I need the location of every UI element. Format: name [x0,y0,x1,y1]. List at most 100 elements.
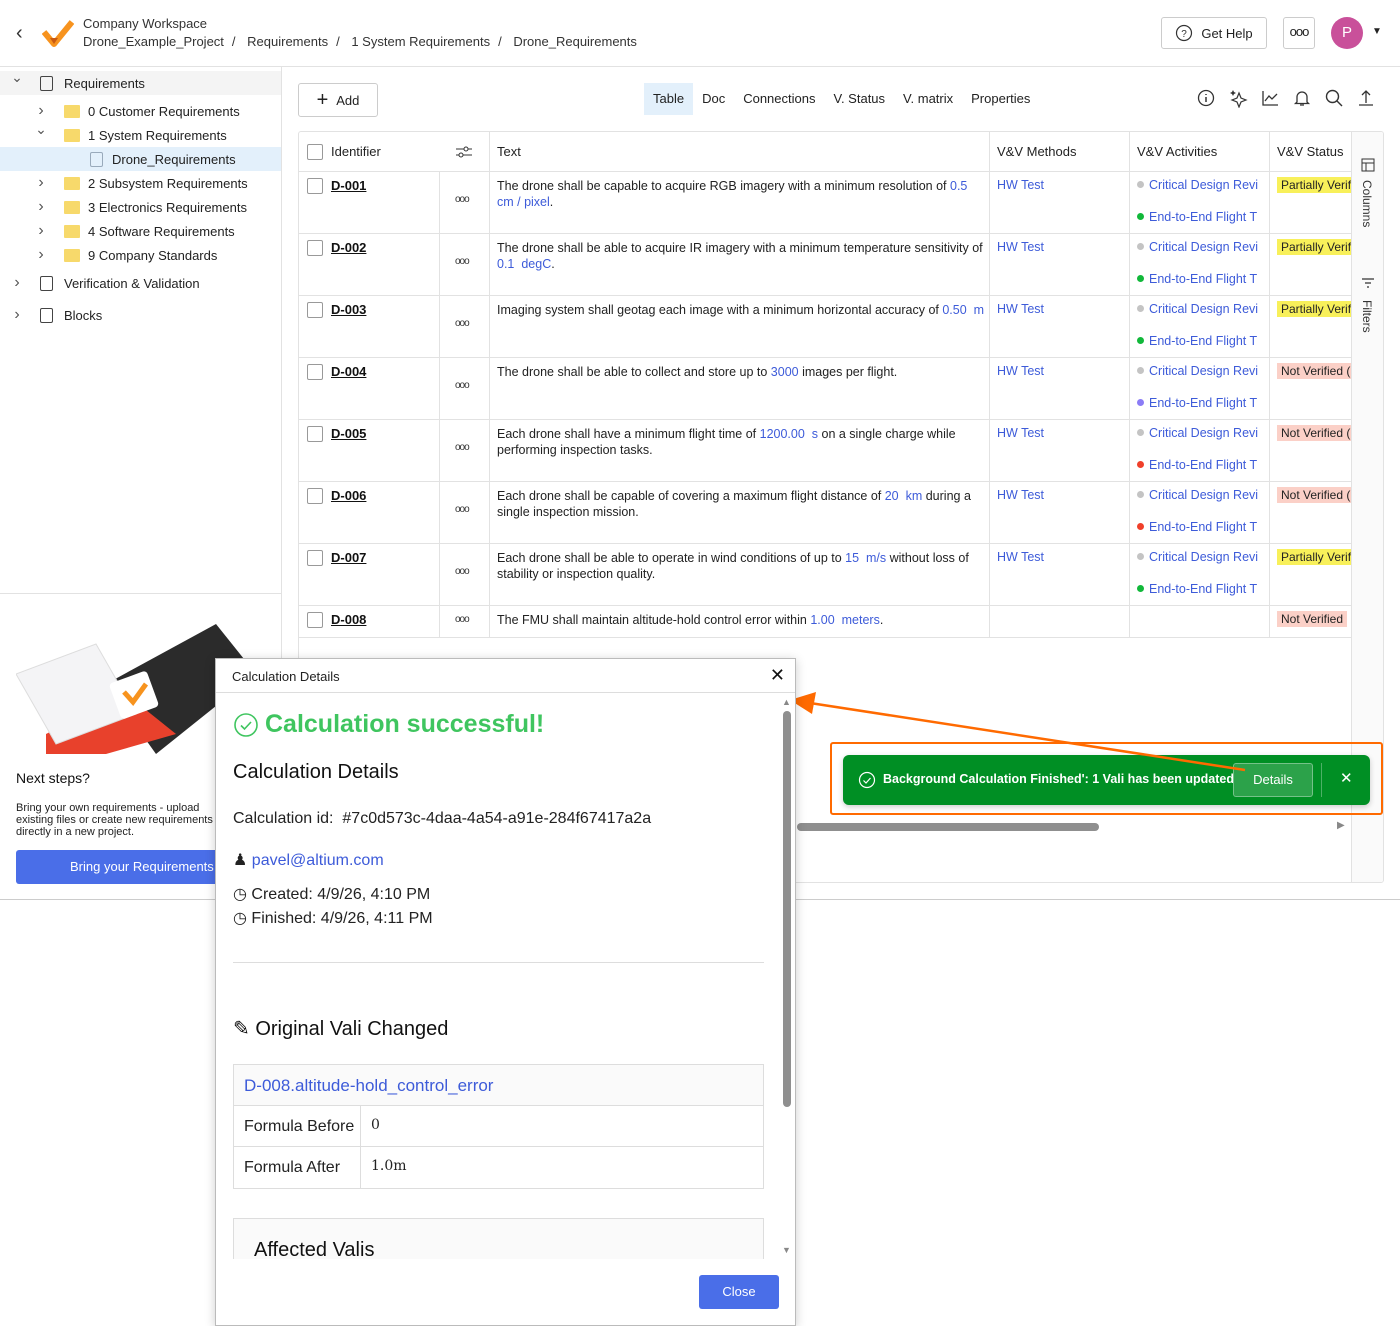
table-row[interactable]: D-005 ooo Each drone shall have a minimum … [299,420,1351,482]
row-menu-button[interactable]: ooo [455,318,470,329]
vv-method-link[interactable]: HW Test [997,488,1044,502]
requirement-id-link[interactable]: D-003 [331,302,366,317]
col-vv-activities[interactable]: V&V Activities [1137,132,1217,172]
vv-method-link[interactable]: HW Test [997,302,1044,316]
vv-activity-link[interactable]: End-to-End Flight T [1137,520,1267,534]
sparkle-icon[interactable] [1228,88,1248,108]
row-checkbox[interactable] [307,426,323,442]
row-menu-button[interactable]: ooo [455,442,470,453]
vali-value[interactable]: 0.50 [942,303,966,317]
vv-activity-link[interactable]: End-to-End Flight T [1137,210,1267,224]
vali-name-link[interactable]: D-008.altitude-hold_control_error [234,1065,763,1106]
table-row[interactable]: D-008 ooo The FMU shall maintain altitude-… [299,606,1351,638]
row-checkbox[interactable] [307,612,323,628]
bell-icon[interactable] [1292,88,1312,108]
table-row[interactable]: D-006 ooo Each drone shall be capable of c… [299,482,1351,544]
chevron-right-icon[interactable]: › [34,198,48,216]
vv-activity-link[interactable]: End-to-End Flight T [1137,334,1267,348]
breadcrumb-system[interactable]: 1 System Requirements [351,34,490,49]
row-checkbox[interactable] [307,550,323,566]
vv-method-link[interactable]: HW Test [997,178,1044,192]
vv-method-link[interactable]: HW Test [997,240,1044,254]
sidebar-item[interactable]: › 4 Software Requirements [0,219,281,243]
info-icon[interactable] [1196,88,1216,108]
row-menu-button[interactable]: ooo [455,504,470,515]
scroll-up-icon[interactable]: ▲ [782,697,791,707]
requirement-id-link[interactable]: D-001 [331,178,366,193]
vali-value[interactable]: 3000 [771,365,799,379]
vali-value[interactable]: 15 [845,551,859,565]
scroll-right-icon[interactable]: ▶ [1337,820,1345,831]
vv-activity-link[interactable]: End-to-End Flight T [1137,582,1267,596]
add-button[interactable]: + Add [298,83,378,117]
row-menu-button[interactable]: ooo [455,614,470,625]
search-icon[interactable] [1324,88,1344,108]
close-icon[interactable]: ✕ [770,665,785,686]
chevron-down-icon[interactable]: ⌄ [34,121,48,138]
more-button[interactable]: ooo [1283,17,1315,49]
details-button[interactable]: Details [1233,763,1313,797]
vv-method-link[interactable]: HW Test [997,426,1044,440]
back-icon[interactable]: ‹ [16,22,23,45]
requirement-id-link[interactable]: D-007 [331,550,366,565]
sidebar-item[interactable]: › 2 Subsystem Requirements [0,171,281,195]
col-vv-status[interactable]: V&V Status [1277,132,1343,172]
vv-activity-link[interactable]: Critical Design Revi [1137,240,1267,254]
row-menu-button[interactable]: ooo [455,194,470,205]
requirement-id-link[interactable]: D-002 [331,240,366,255]
chevron-right-icon[interactable]: › [34,102,48,120]
vv-activity-link[interactable]: End-to-End Flight T [1137,458,1267,472]
vv-method-link[interactable]: HW Test [997,550,1044,564]
vv-activity-link[interactable]: Critical Design Revi [1137,302,1267,316]
table-row[interactable]: D-001 ooo The drone shall be capable to ac… [299,172,1351,234]
caret-down-icon[interactable]: ▼ [1372,26,1382,37]
chevron-right-icon[interactable]: › [34,174,48,192]
bring-requirements-button[interactable]: Bring your Requirements [16,850,226,884]
vali-value[interactable]: 0.1 [497,257,514,271]
horizontal-scrollbar[interactable] [797,823,1099,831]
chevron-right-icon[interactable]: › [34,246,48,264]
col-identifier[interactable]: Identifier [331,132,381,172]
row-menu-button[interactable]: ooo [455,256,470,267]
requirement-id-link[interactable]: D-006 [331,488,366,503]
close-icon[interactable]: ✕ [1340,769,1353,787]
vv-activity-link[interactable]: Critical Design Revi [1137,364,1267,378]
row-menu-button[interactable]: ooo [455,566,470,577]
sidebar-item[interactable]: › Verification & Validation [0,271,281,295]
row-checkbox[interactable] [307,240,323,256]
col-text[interactable]: Text [497,132,521,172]
sidebar-item[interactable]: › Blocks [0,303,281,327]
breadcrumb-current[interactable]: Drone_Requirements [513,34,637,49]
table-row[interactable]: D-003 ooo Imaging system shall geotag each… [299,296,1351,358]
requirement-id-link[interactable]: D-004 [331,364,366,379]
vali-value[interactable]: 0.5 [950,179,967,193]
tab-v-status[interactable]: V. Status [824,83,894,115]
sidebar-item[interactable]: › 9 Company Standards [0,243,281,267]
chevron-right-icon[interactable]: › [34,222,48,240]
row-checkbox[interactable] [307,488,323,504]
tab-table[interactable]: Table [644,83,694,115]
get-help-button[interactable]: ? Get Help [1161,17,1267,49]
modal-scrollbar[interactable] [783,711,791,1107]
table-row[interactable]: D-007 ooo Each drone shall be able to oper… [299,544,1351,606]
column-settings-icon[interactable] [455,144,473,160]
vv-activity-link[interactable]: Critical Design Revi [1137,178,1267,192]
tab-properties[interactable]: Properties [962,83,1039,115]
sidebar-item[interactable]: ⌄ Requirements [0,69,281,95]
sidebar-item[interactable]: Drone_Requirements [0,147,281,171]
col-vv-methods[interactable]: V&V Methods [997,132,1077,172]
vv-activity-link[interactable]: Critical Design Revi [1137,426,1267,440]
sidebar-item[interactable]: › 0 Customer Requirements [0,99,281,123]
requirement-id-link[interactable]: D-008 [331,612,366,627]
vali-value[interactable]: 1200.00 [760,427,805,441]
chevron-down-icon[interactable]: ⌄ [10,69,24,86]
sidebar-item[interactable]: ⌄ 1 System Requirements [0,121,281,147]
scroll-down-icon[interactable]: ▼ [782,1245,791,1255]
vali-value[interactable]: 20 [885,489,899,503]
row-checkbox[interactable] [307,178,323,194]
export-icon[interactable] [1356,88,1376,108]
vv-activity-link[interactable]: Critical Design Revi [1137,488,1267,502]
row-checkbox[interactable] [307,302,323,318]
filters-tab[interactable]: Filters [1360,300,1374,333]
vv-activity-link[interactable]: End-to-End Flight T [1137,272,1267,286]
